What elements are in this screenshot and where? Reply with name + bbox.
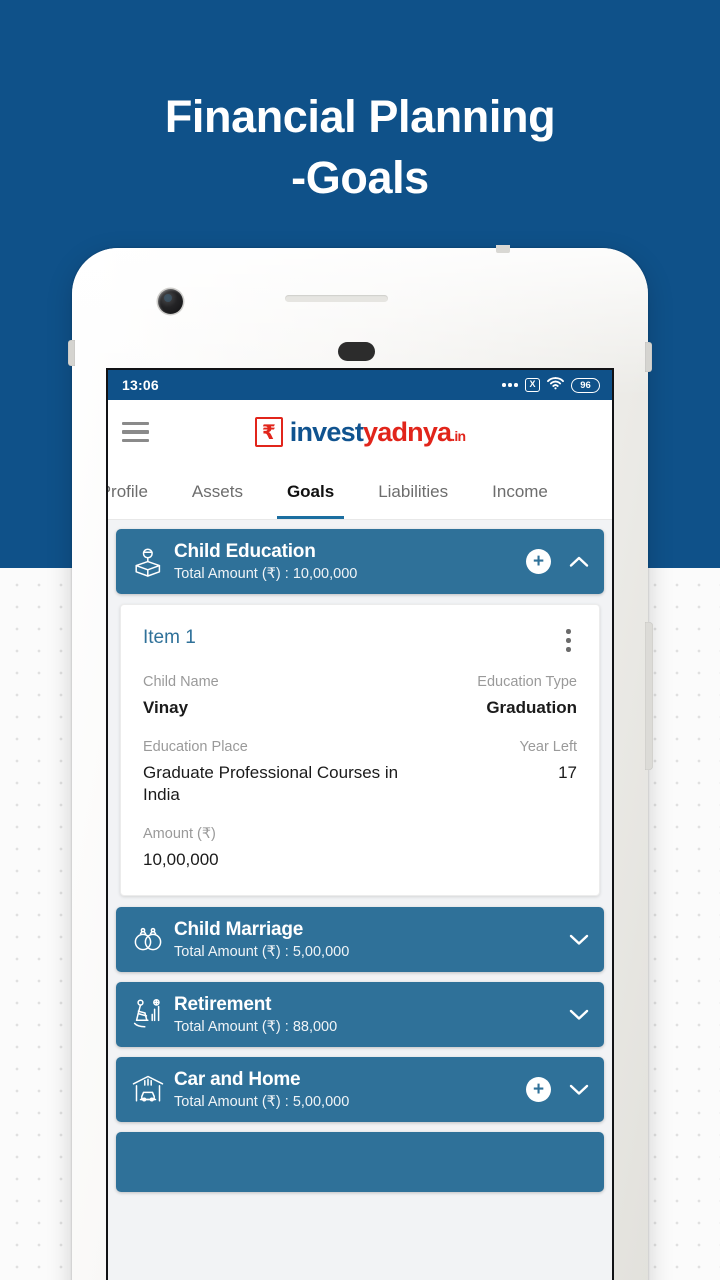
goal-card-next-partial[interactable]	[116, 1131, 604, 1192]
wifi-icon	[547, 376, 564, 395]
logo-text: investyadnya.in	[289, 416, 466, 448]
label-education-place: Education Place	[143, 738, 248, 755]
phone-left-button	[68, 340, 75, 366]
phone-mockup: 13:06 X 96 ₹ investyadnya.in rofile Asse…	[68, 245, 653, 1280]
goal-actions	[568, 1003, 590, 1025]
sensor-pill	[338, 342, 375, 361]
logo-text-invest: invest	[289, 416, 364, 447]
chevron-down-icon[interactable]	[568, 928, 590, 950]
car-and-home-icon	[128, 1074, 168, 1104]
goal-title: Retirement	[174, 993, 272, 1015]
goal-subtitle: Total Amount (₹) : 10,00,000	[174, 566, 358, 582]
goal-actions	[568, 928, 590, 950]
goal-title: Car and Home	[174, 1068, 301, 1090]
goal-actions: +	[526, 1076, 590, 1102]
label-year-left: Year Left	[519, 738, 577, 755]
goal-subtitle: Total Amount (₹) : 5,00,000	[174, 943, 350, 960]
close-x-icon: X	[525, 378, 540, 392]
goal-title: Child Marriage	[174, 918, 304, 940]
investyadnya-logo: ₹ investyadnya.in	[108, 417, 612, 448]
goal-card-retirement[interactable]: Retirement Total Amount (₹) : 88,000	[116, 981, 604, 1047]
tab-scroll-container[interactable]: sk Profile Assets Goals Liabilities Inco…	[108, 464, 570, 519]
logo-text-yadnya: yadnya	[363, 416, 452, 447]
tab-bar: sk Profile Assets Goals Liabilities Inco…	[108, 464, 612, 520]
value-education-place: Graduate Professional Courses in India	[143, 762, 399, 804]
tab-income[interactable]: Income	[470, 464, 570, 519]
goal-text-block: Child Marriage Total Amount (₹) : 5,00,0…	[168, 919, 568, 960]
detail-card-header: Item 1	[143, 627, 577, 654]
app-bar: ₹ investyadnya.in	[108, 400, 612, 464]
chevron-up-icon[interactable]	[568, 551, 590, 573]
retirement-chair-icon	[128, 998, 168, 1030]
promo-title: Financial Planning -Goals	[0, 86, 720, 208]
value-child-name: Vinay	[143, 697, 189, 717]
battery-indicator: 96	[571, 377, 600, 393]
front-camera-icon	[158, 289, 183, 314]
status-icons: X 96	[502, 376, 600, 395]
goal-text-block: Child Education Total Amount (₹) : 10,00…	[168, 541, 526, 582]
tab-risk-profile[interactable]: sk Profile	[108, 464, 170, 519]
goal-subtitle: Total Amount (₹) : 5,00,000	[174, 1093, 350, 1110]
more-dots-icon	[502, 383, 518, 387]
detail-row-labels-1: Child Name Education Type	[143, 674, 577, 690]
label-child-name: Child Name	[143, 673, 219, 690]
earpiece-speaker	[285, 295, 388, 302]
goal-card-child-education[interactable]: Child Education Total Amount (₹) : 10,00…	[116, 529, 604, 594]
child-education-icon	[128, 546, 168, 578]
detail-row-values-3: 10,00,000	[143, 849, 577, 871]
detail-row-values-2: Graduate Professional Courses in India 1…	[143, 762, 577, 806]
add-item-button[interactable]: +	[526, 1076, 551, 1102]
hamburger-icon[interactable]	[122, 422, 149, 442]
detail-row-labels-3: Amount (₹)	[143, 826, 577, 842]
value-year-left: 17	[558, 762, 577, 782]
label-amount: Amount (₹)	[143, 825, 216, 842]
value-education-type: Graduation	[486, 697, 577, 717]
goal-actions: +	[526, 549, 590, 574]
promo-title-line-1: Financial Planning	[164, 91, 556, 142]
logo-text-tld: .in	[451, 427, 466, 444]
value-amount: 10,00,000	[143, 849, 219, 869]
goals-list[interactable]: Child Education Total Amount (₹) : 10,00…	[108, 520, 612, 1280]
rupee-logo-mark: ₹	[254, 417, 283, 447]
phone-power-button	[645, 342, 652, 372]
goal-text-block: Car and Home Total Amount (₹) : 5,00,000	[168, 1069, 526, 1110]
label-education-type: Education Type	[477, 673, 577, 690]
detail-row-values-1: Vinay Graduation	[143, 697, 577, 719]
goal-card-car-and-home[interactable]: Car and Home Total Amount (₹) : 5,00,000…	[116, 1056, 604, 1122]
goal-card-child-marriage[interactable]: Child Marriage Total Amount (₹) : 5,00,0…	[116, 906, 604, 972]
phone-antenna-nub	[496, 245, 510, 253]
add-item-button[interactable]: +	[526, 549, 551, 574]
kebab-menu-icon[interactable]	[560, 627, 577, 654]
phone-screen: 13:06 X 96 ₹ investyadnya.in rofile Asse…	[108, 370, 612, 1280]
chevron-down-icon[interactable]	[568, 1078, 590, 1100]
tab-assets[interactable]: Assets	[170, 464, 265, 519]
item-title: Item 1	[143, 627, 196, 648]
phone-volume-rocker	[645, 622, 653, 770]
goal-item-detail-card: Item 1 Child Name Education Type Vinay G…	[120, 604, 600, 896]
goal-title: Child Education	[174, 541, 316, 562]
goal-text-block: Retirement Total Amount (₹) : 88,000	[168, 994, 568, 1035]
chevron-down-icon[interactable]	[568, 1003, 590, 1025]
promo-title-line-2: -Goals	[291, 152, 429, 203]
goal-subtitle: Total Amount (₹) : 88,000	[174, 1018, 338, 1035]
status-bar: 13:06 X 96	[108, 370, 612, 400]
child-marriage-rings-icon	[128, 926, 168, 952]
tab-liabilities[interactable]: Liabilities	[356, 464, 470, 519]
tab-goals[interactable]: Goals	[265, 464, 356, 519]
status-time: 13:06	[122, 377, 159, 393]
detail-row-labels-2: Education Place Year Left	[143, 739, 577, 755]
